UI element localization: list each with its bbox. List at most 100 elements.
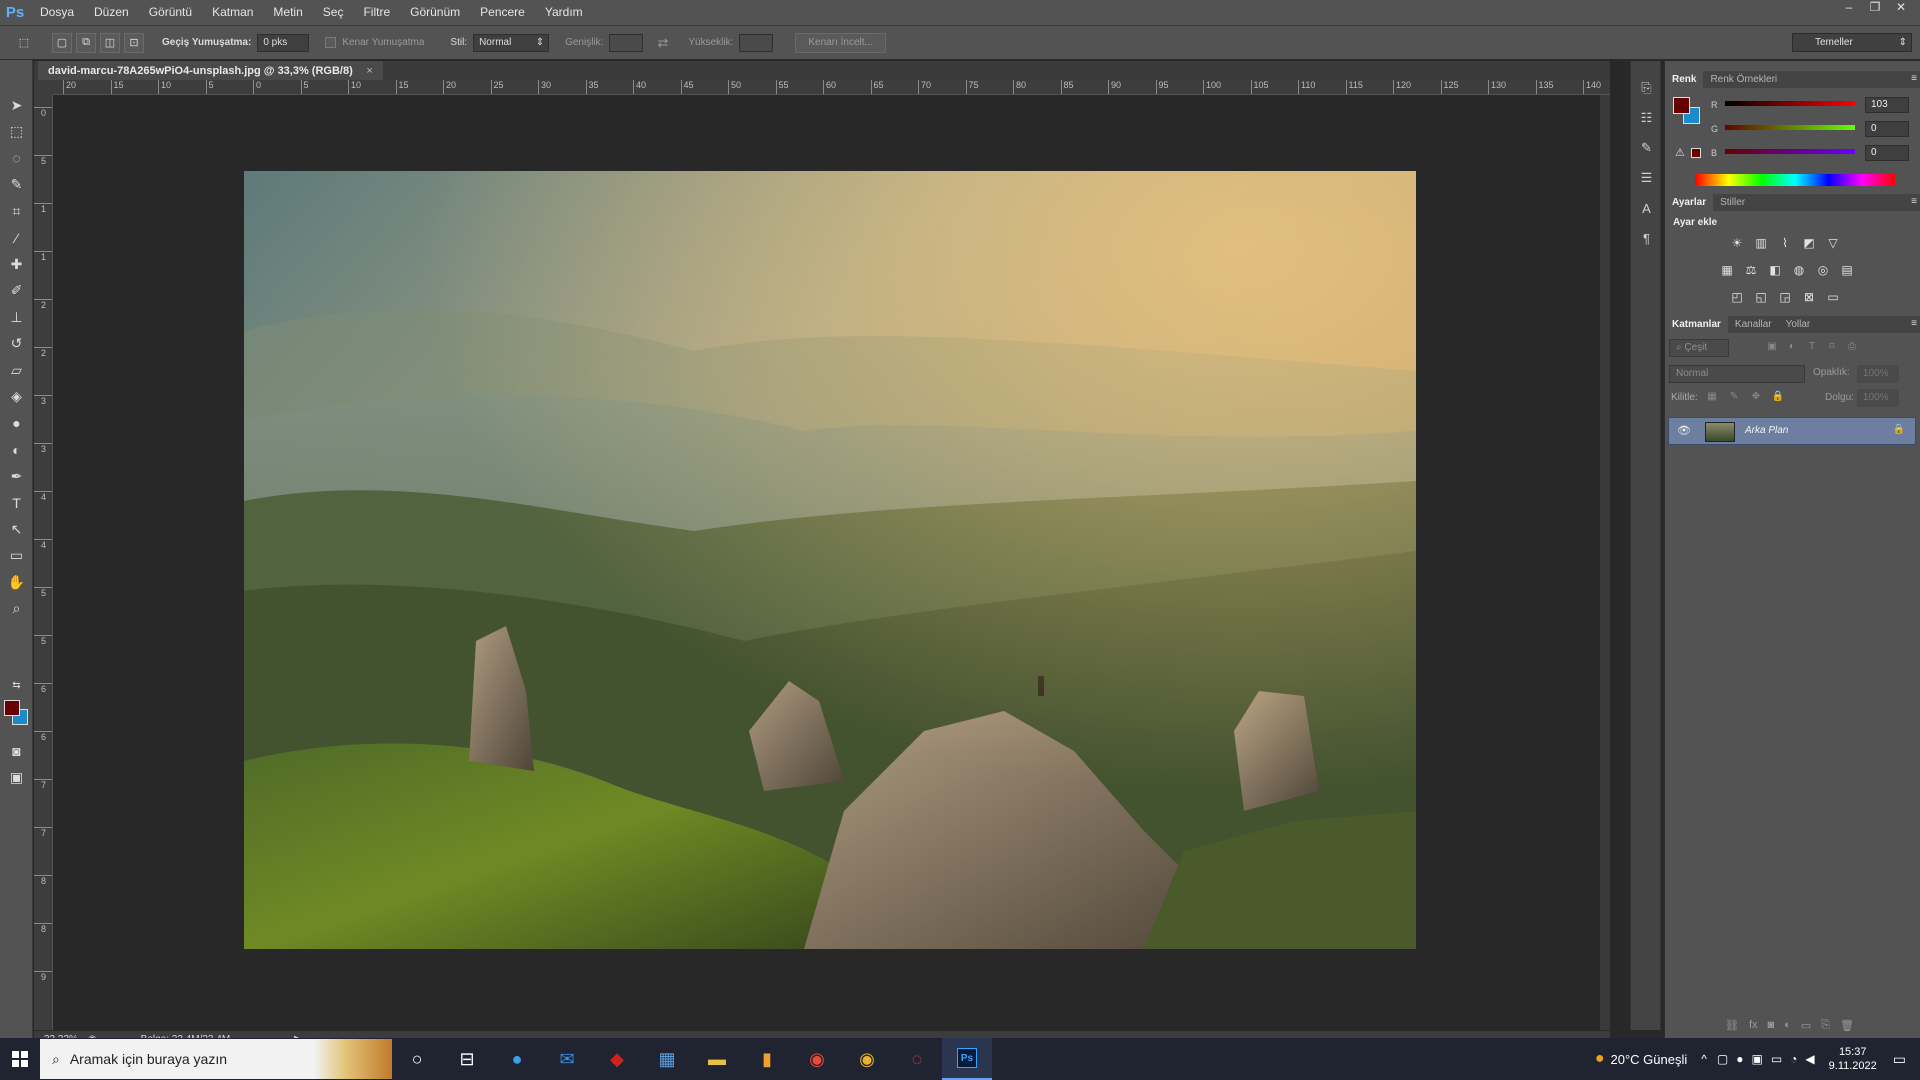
- marquee-tool-preset-icon[interactable]: ⬚: [14, 33, 34, 53]
- microphone-icon[interactable]: ●: [1736, 1052, 1743, 1066]
- levels-icon[interactable]: ▥: [1751, 233, 1771, 253]
- panel-menu-icon[interactable]: ≡: [1911, 71, 1917, 86]
- gamut-color-swatch[interactable]: [1691, 148, 1701, 158]
- menu-file[interactable]: Dosya: [30, 0, 84, 25]
- panel-menu-icon[interactable]: ≡: [1911, 194, 1917, 209]
- photoshop-taskbar-icon[interactable]: Ps: [942, 1038, 992, 1080]
- pixel-filter-icon[interactable]: ▣: [1765, 341, 1779, 356]
- layer-row-background[interactable]: 👁 Arka Plan 🔒: [1668, 417, 1916, 445]
- tab-swatches[interactable]: Renk Örnekleri: [1703, 71, 1784, 88]
- selective-color-icon[interactable]: ⊠: [1799, 287, 1819, 307]
- exposure-icon[interactable]: ◩: [1799, 233, 1819, 253]
- vibrance-icon[interactable]: ▽: [1823, 233, 1843, 253]
- history-panel-icon[interactable]: ⎘: [1631, 73, 1662, 103]
- properties-panel-icon[interactable]: ☷: [1631, 103, 1662, 133]
- weather-text[interactable]: 20°C Güneşli: [1610, 1052, 1687, 1067]
- notifications-tray-icon[interactable]: ▣: [1751, 1052, 1762, 1066]
- lock-position-icon[interactable]: ✥: [1749, 391, 1763, 406]
- menu-filter[interactable]: Filtre: [353, 0, 400, 25]
- refine-edge-button[interactable]: Kenarı İncelt...: [795, 32, 886, 53]
- workspace-select[interactable]: Temeller ⇕: [1792, 33, 1912, 52]
- move-tool-icon[interactable]: ➤: [0, 92, 33, 119]
- app-circle-icon[interactable]: ◌: [892, 1038, 942, 1080]
- volume-icon[interactable]: ◀: [1805, 1052, 1814, 1066]
- lasso-tool-icon[interactable]: ◌: [0, 145, 33, 172]
- feather-input[interactable]: 0 pks: [257, 33, 310, 52]
- menu-help[interactable]: Yardım: [535, 0, 593, 25]
- tab-color[interactable]: Renk: [1665, 71, 1704, 88]
- screen-mode-icon[interactable]: ▣: [0, 764, 33, 791]
- document-image[interactable]: [244, 171, 1416, 949]
- smart-object-filter-icon[interactable]: ⎙: [1845, 341, 1859, 356]
- layer-name[interactable]: Arka Plan: [1745, 418, 1788, 444]
- store-icon[interactable]: ▦: [642, 1038, 692, 1080]
- type-tool-icon[interactable]: T: [0, 490, 33, 517]
- battery-icon[interactable]: ▭: [1771, 1052, 1782, 1066]
- swap-colors-icon[interactable]: ⇆: [0, 672, 33, 699]
- fill-input[interactable]: 100%: [1857, 389, 1899, 407]
- eraser-tool-icon[interactable]: ▱: [0, 357, 33, 384]
- brightness-contrast-icon[interactable]: ☀: [1727, 233, 1747, 253]
- chrome-icon[interactable]: ◉: [792, 1038, 842, 1080]
- weather-icon[interactable]: ●: [1595, 1050, 1605, 1068]
- menu-select[interactable]: Seç: [313, 0, 354, 25]
- invert-icon[interactable]: ◰: [1727, 287, 1747, 307]
- wifi-icon[interactable]: ◔: [1790, 1052, 1797, 1066]
- paragraph-panel-icon[interactable]: ¶: [1631, 223, 1662, 253]
- fx-icon[interactable]: fx: [1749, 1019, 1758, 1032]
- photo-filter-icon[interactable]: ◍: [1789, 260, 1809, 280]
- new-adjustment-layer-icon[interactable]: ◐: [1784, 1019, 1791, 1032]
- antialias-checkbox[interactable]: [325, 37, 337, 48]
- eyedropper-tool-icon[interactable]: ⁄: [0, 225, 33, 252]
- width-input[interactable]: [609, 33, 644, 52]
- quick-selection-tool-icon[interactable]: ✎: [0, 172, 33, 199]
- posterize-icon[interactable]: ◱: [1751, 287, 1771, 307]
- opacity-input[interactable]: 100%: [1857, 365, 1899, 383]
- clock[interactable]: 15:37 9.11.2022: [1819, 1045, 1887, 1073]
- cortana-icon[interactable]: ○: [392, 1038, 442, 1080]
- subtract-selection-icon[interactable]: ◫: [100, 32, 120, 53]
- tab-channels[interactable]: Kanallar: [1728, 316, 1779, 333]
- document-tab[interactable]: david-marcu-78A265wPiO4-unsplash.jpg @ 3…: [38, 61, 383, 81]
- task-view-icon[interactable]: ⊟: [442, 1038, 492, 1080]
- history-brush-tool-icon[interactable]: ↺: [0, 331, 33, 358]
- color-lookup-icon[interactable]: ▤: [1837, 260, 1857, 280]
- close-button[interactable]: ✕: [1888, 0, 1914, 16]
- tab-layers[interactable]: Katmanlar: [1665, 316, 1728, 333]
- delete-layer-icon[interactable]: 🗑: [1840, 1019, 1854, 1032]
- brush-panel-icon[interactable]: ✎: [1631, 133, 1662, 163]
- swap-dimensions-icon[interactable]: ⇄: [657, 35, 668, 51]
- green-value[interactable]: 0: [1865, 121, 1909, 137]
- foreground-color-swatch[interactable]: [4, 700, 20, 716]
- style-select[interactable]: Normal ⇕: [473, 33, 550, 52]
- shape-filter-icon[interactable]: ⌑: [1825, 341, 1839, 356]
- file-explorer-icon[interactable]: ▬: [692, 1038, 742, 1080]
- blend-mode-select[interactable]: Normal: [1669, 365, 1805, 383]
- layer-filter-select[interactable]: ⌕ Çeşit: [1669, 339, 1729, 357]
- red-value[interactable]: 103: [1865, 97, 1909, 113]
- path-selection-tool-icon[interactable]: ↖: [0, 516, 33, 543]
- menu-view[interactable]: Görünüm: [400, 0, 470, 25]
- brush-tool-icon[interactable]: ✐: [0, 278, 33, 305]
- taskbar-search[interactable]: ⌕ Aramak için buraya yazın: [40, 1039, 392, 1079]
- crop-tool-icon[interactable]: ⌗: [0, 198, 33, 225]
- tray-chevron-icon[interactable]: ^: [1701, 1052, 1707, 1066]
- tab-styles[interactable]: Stiller: [1713, 194, 1752, 211]
- blue-value[interactable]: 0: [1865, 145, 1909, 161]
- height-input[interactable]: [739, 33, 774, 52]
- rectangular-marquee-tool-icon[interactable]: ⬚: [0, 119, 33, 146]
- lock-all-icon[interactable]: 🔒: [1771, 391, 1785, 406]
- dodge-tool-icon[interactable]: ◐: [0, 437, 33, 464]
- channel-mixer-icon[interactable]: ◎: [1813, 260, 1833, 280]
- tab-paths[interactable]: Yollar: [1779, 316, 1818, 333]
- rectangle-tool-icon[interactable]: ▭: [0, 543, 33, 570]
- menu-edit[interactable]: Düzen: [84, 0, 139, 25]
- eye-visibility-icon[interactable]: 👁: [1677, 424, 1691, 437]
- gradient-map-icon[interactable]: ▭: [1823, 287, 1843, 307]
- network-device-icon[interactable]: ▢: [1717, 1052, 1728, 1066]
- minimize-button[interactable]: –: [1836, 0, 1862, 16]
- pen-tool-icon[interactable]: ✒: [0, 463, 33, 490]
- chrome-profile-icon[interactable]: ◉: [842, 1038, 892, 1080]
- green-slider[interactable]: [1725, 125, 1855, 130]
- new-selection-icon[interactable]: ▢: [52, 32, 72, 53]
